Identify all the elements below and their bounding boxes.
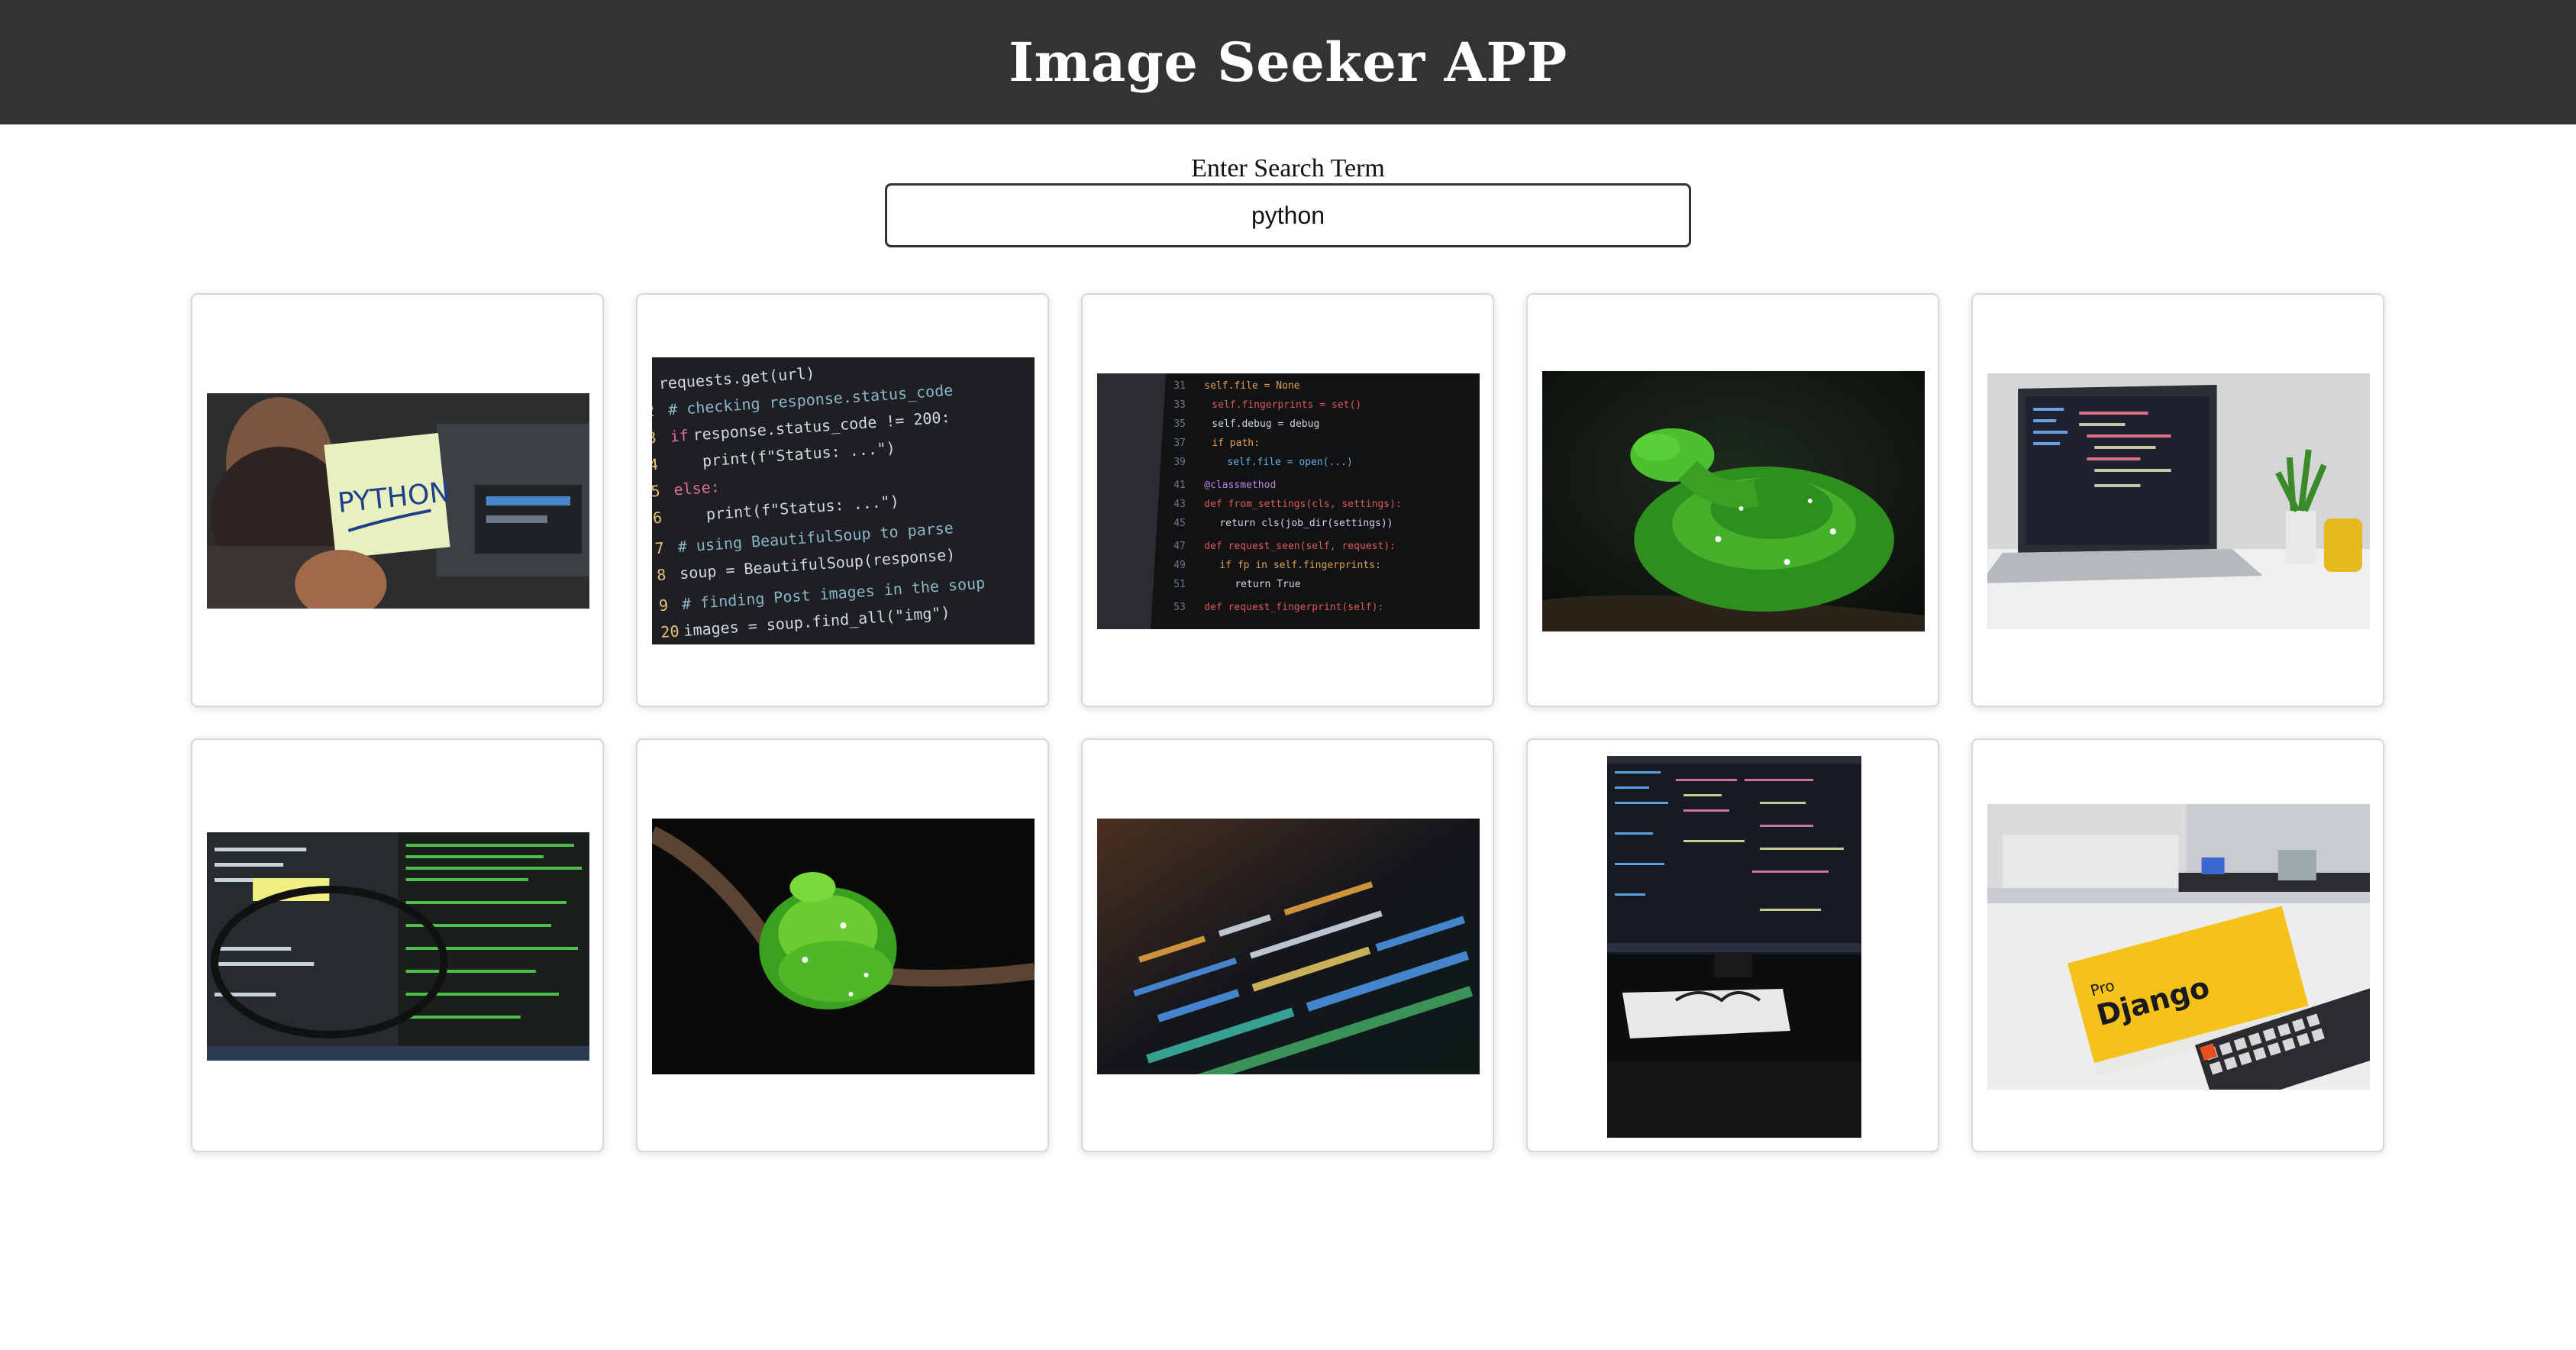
search-input[interactable]: [885, 183, 1691, 247]
image-card[interactable]: [1526, 738, 1939, 1152]
image-card[interactable]: [636, 738, 1049, 1152]
image-card[interactable]: PYTHON: [191, 293, 604, 707]
blurred-code-photo: [1097, 819, 1480, 1074]
image-card[interactable]: Pro Django: [1971, 738, 2384, 1152]
code-monitor-photo: 31 self.file = None 33 self.fingerprints =…: [1097, 373, 1480, 629]
svg-text:7: 7: [654, 539, 665, 558]
search-label: Enter Search Term: [1191, 154, 1385, 182]
monitor-desk-photo: [1607, 756, 1861, 1138]
svg-text:@classmethod: @classmethod: [1204, 480, 1276, 491]
svg-text:if: if: [670, 426, 689, 446]
svg-text:def from_settings(cls, setting: def from_settings(cls, settings):: [1204, 499, 1402, 510]
image-card[interactable]: [191, 738, 604, 1152]
glasses-code-photo: [207, 832, 589, 1061]
svg-text:47: 47: [1173, 541, 1186, 552]
app-title: Image Seeker APP: [1009, 31, 1567, 94]
svg-text:49: 49: [1173, 560, 1186, 571]
svg-text:45: 45: [1173, 518, 1186, 529]
svg-text:43: 43: [1173, 499, 1186, 510]
svg-text:return True: return True: [1235, 579, 1300, 590]
svg-text:37: 37: [1173, 438, 1186, 449]
svg-text:6: 6: [652, 509, 663, 528]
svg-text:def request_fingerprint(self):: def request_fingerprint(self):: [1204, 602, 1383, 613]
svg-text:self.file = open(...): self.file = open(...): [1227, 457, 1353, 468]
laptop-desk-photo: [1987, 373, 2370, 629]
svg-text:5: 5: [652, 482, 660, 501]
svg-text:41: 41: [1173, 480, 1186, 491]
svg-text:33: 33: [1173, 399, 1186, 411]
svg-text:35: 35: [1173, 418, 1186, 430]
svg-text:self.fingerprints = set(): self.fingerprints = set(): [1212, 399, 1361, 411]
svg-text:8: 8: [656, 565, 667, 584]
python-code-screen-photo: 0 requests.get(url) 2# checking response…: [652, 357, 1035, 644]
svg-text:return cls(job_dir(settings)): return cls(job_dir(settings)): [1219, 518, 1393, 529]
svg-text:if fp in self.fingerprints:: if fp in self.fingerprints:: [1219, 560, 1381, 571]
svg-text:self.debug = debug: self.debug = debug: [1212, 418, 1319, 430]
python-sticky-note-photo: PYTHON: [207, 393, 589, 609]
image-card[interactable]: 31 self.file = None 33 self.fingerprints =…: [1081, 293, 1494, 707]
svg-text:20: 20: [660, 622, 680, 641]
svg-text:self.file = None: self.file = None: [1204, 380, 1300, 392]
image-card[interactable]: [1526, 293, 1939, 707]
green-snake-branch-photo: [652, 819, 1035, 1074]
svg-text:if path:: if path:: [1212, 438, 1260, 449]
svg-text:31: 31: [1173, 380, 1186, 392]
django-book-photo: Pro Django: [1987, 804, 2370, 1090]
svg-text:def request_seen(self, request: def request_seen(self, request):: [1204, 541, 1396, 552]
svg-text:9: 9: [658, 596, 669, 615]
svg-text:51: 51: [1173, 579, 1186, 590]
image-card[interactable]: [1971, 293, 2384, 707]
image-card[interactable]: [1081, 738, 1494, 1152]
green-snake-photo: [1542, 371, 1925, 631]
svg-text:else:: else:: [673, 477, 721, 499]
app-header: Image Seeker APP: [0, 0, 2576, 124]
svg-text:53: 53: [1173, 602, 1186, 613]
svg-text:39: 39: [1173, 457, 1186, 468]
image-card[interactable]: 0 requests.get(url) 2# checking response…: [636, 293, 1049, 707]
